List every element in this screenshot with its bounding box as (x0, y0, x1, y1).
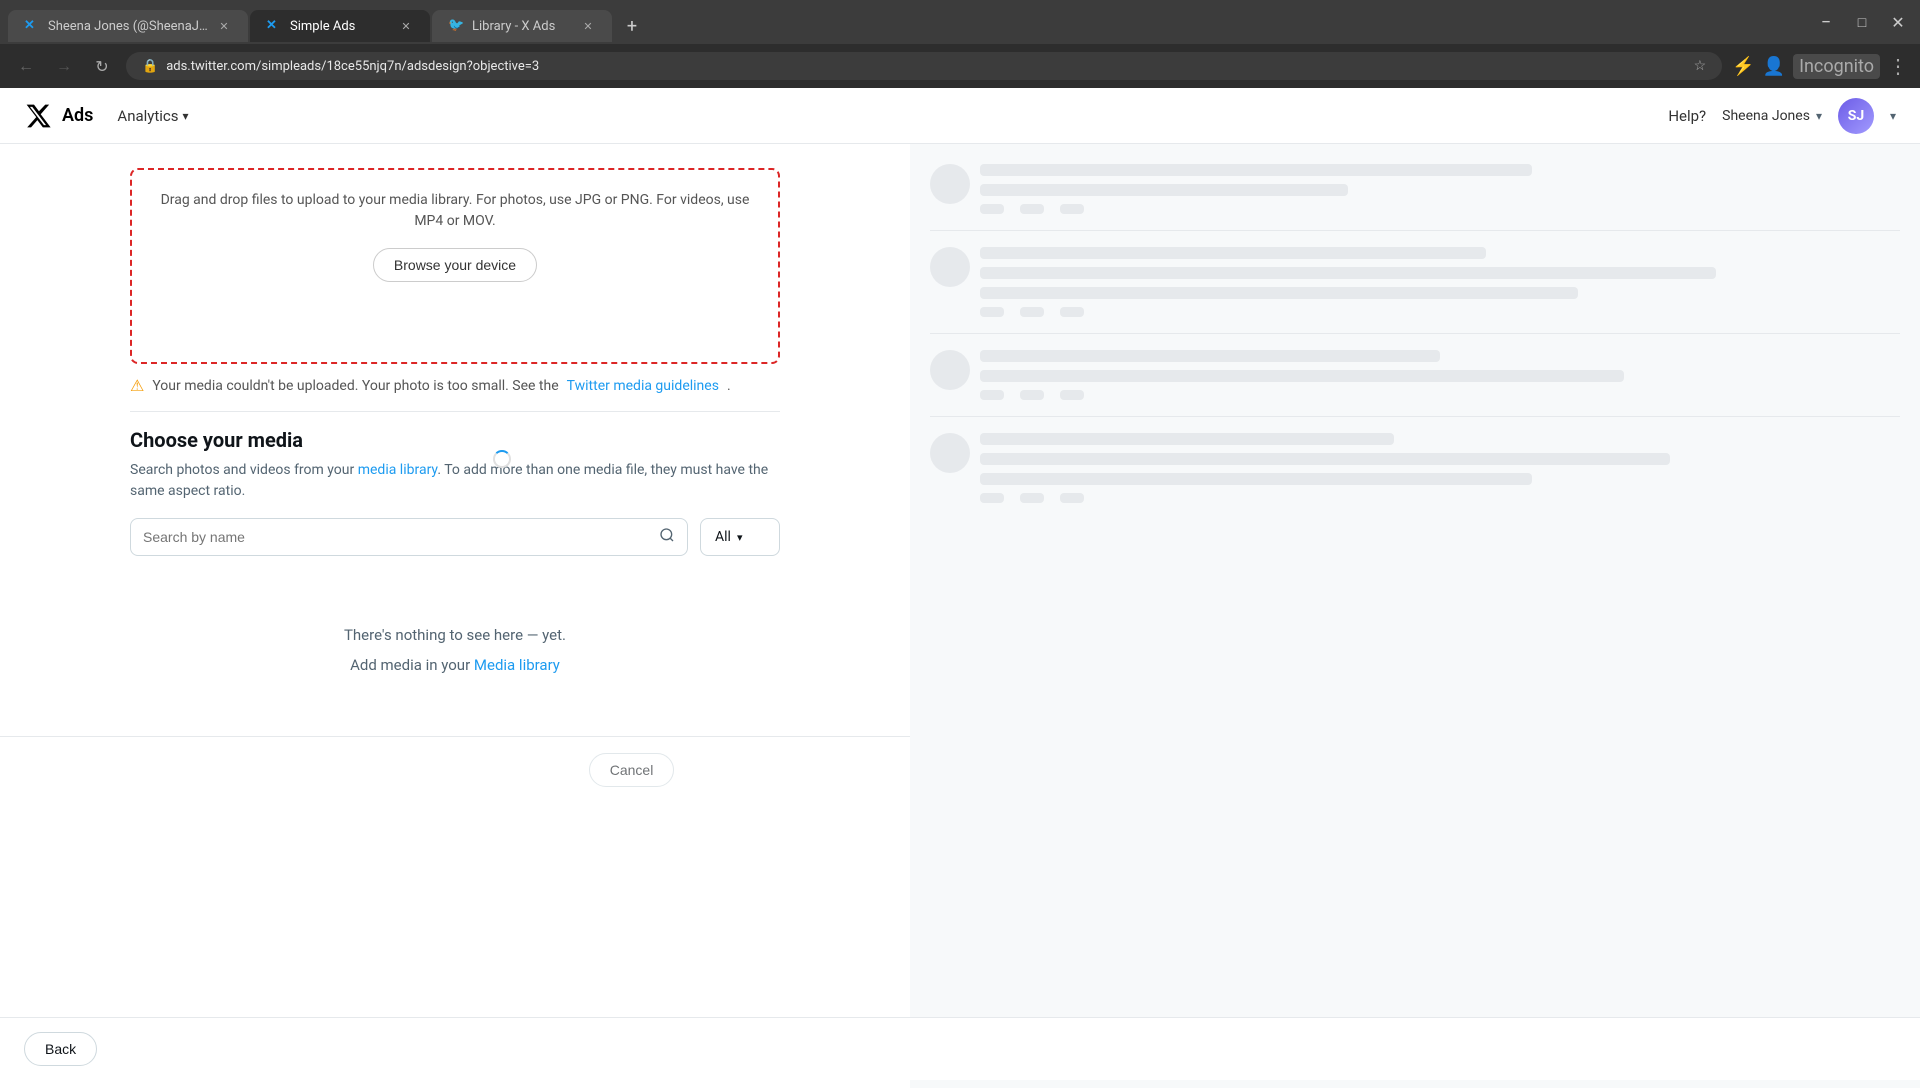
cancel-button[interactable]: Cancel (589, 753, 675, 787)
address-text: ads.twitter.com/simpleads/18ce55njq7n/ad… (166, 59, 539, 74)
window-controls: − □ ✕ (1812, 8, 1912, 44)
skeleton-row-2 (930, 247, 1900, 317)
upload-section: Drag and drop files to upload to your me… (130, 168, 780, 364)
section-divider (130, 411, 780, 412)
address-bar-icons: ☆ (1694, 58, 1707, 74)
bookmark-icon[interactable]: ☆ (1694, 58, 1707, 74)
logo-area: Ads (24, 102, 93, 130)
content-area: Drag and drop files to upload to your me… (0, 144, 910, 1088)
analytics-button[interactable]: Analytics ▾ (117, 107, 188, 125)
tab-3-close[interactable]: ✕ (580, 18, 596, 34)
forward-nav-button[interactable]: → (50, 52, 78, 80)
filter-label: All (715, 529, 731, 545)
tab-1[interactable]: ✕ Sheena Jones (@SheenaJone45... ✕ (8, 10, 248, 42)
address-bar-row: ← → ↻ 🔒 ads.twitter.com/simpleads/18ce55… (0, 44, 1920, 88)
error-text-prefix: Your media couldn't be uploaded. Your ph… (152, 378, 558, 394)
preview-divider-2 (930, 333, 1900, 334)
skeleton-row-4 (930, 433, 1900, 503)
preview-divider-1 (930, 230, 1900, 231)
empty-state-line2: Add media in your Media library (130, 650, 780, 680)
preview-divider-3 (930, 416, 1900, 417)
account-chevron-icon[interactable]: ▾ (1890, 109, 1896, 123)
filter-chevron-icon: ▾ (737, 531, 743, 544)
ads-label: Ads (62, 105, 93, 126)
minimize-button[interactable]: − (1812, 8, 1840, 36)
tab-3[interactable]: 🐦 Library - X Ads ✕ (432, 10, 612, 42)
action-buttons-row: Cancel Confirm (0, 745, 910, 795)
profile-icon[interactable]: 👤 (1763, 56, 1785, 77)
user-name: Sheena Jones (1722, 108, 1810, 124)
search-input[interactable] (143, 529, 651, 545)
empty-state: There's nothing to see here — yet. Add m… (130, 580, 780, 720)
tab-2[interactable]: ✕ Simple Ads ✕ (250, 10, 430, 42)
reload-button[interactable]: ↻ (88, 52, 116, 80)
error-message: ⚠ Your media couldn't be uploaded. Your … (130, 376, 780, 395)
analytics-chevron-icon: ▾ (183, 109, 189, 123)
browser-right-icons: ⚡ 👤 Incognito ⋮ (1732, 54, 1908, 79)
filter-dropdown[interactable]: All ▾ (700, 518, 780, 556)
section-description: Search photos and videos from your media… (130, 460, 780, 502)
tab-2-favicon: ✕ (266, 18, 282, 34)
help-button[interactable]: Help? (1668, 107, 1706, 125)
tab-1-title: Sheena Jones (@SheenaJone45... (48, 19, 208, 34)
search-box (130, 518, 688, 556)
browse-device-button[interactable]: Browse your device (373, 248, 537, 282)
twitter-guidelines-link[interactable]: Twitter media guidelines (567, 378, 719, 394)
footer-bar: Back (0, 1017, 1920, 1080)
user-area[interactable]: Sheena Jones ▾ (1722, 108, 1822, 124)
empty-state-line1: There's nothing to see here — yet. (130, 620, 780, 650)
skeleton-row-1 (930, 164, 1900, 214)
extensions-icon[interactable]: ⚡ (1732, 56, 1754, 77)
header-right: Help? Sheena Jones ▾ SJ ▾ (1668, 98, 1896, 134)
skeleton-row-3 (930, 350, 1900, 400)
media-library-link[interactable]: media library (358, 462, 438, 478)
error-text-suffix: . (727, 378, 731, 394)
analytics-label: Analytics (117, 107, 178, 125)
x-logo-icon (24, 102, 52, 130)
section-title: Choose your media (130, 428, 780, 452)
incognito-label: Incognito (1793, 54, 1880, 79)
tab-3-title: Library - X Ads (472, 19, 572, 34)
media-library-empty-link[interactable]: Media library (474, 656, 560, 674)
choose-media-section: Choose your media Search photos and vide… (0, 428, 910, 720)
main-layout: Drag and drop files to upload to your me… (0, 144, 1920, 1088)
desc-prefix: Search photos and videos from your (130, 462, 358, 478)
tab-3-favicon: 🐦 (448, 18, 464, 34)
back-button[interactable]: Back (24, 1032, 97, 1066)
maximize-button[interactable]: □ (1848, 8, 1876, 36)
address-bar[interactable]: 🔒 ads.twitter.com/simpleads/18ce55njq7n/… (126, 52, 1722, 80)
back-nav-button[interactable]: ← (12, 52, 40, 80)
avatar-initials: SJ (1848, 108, 1864, 124)
empty-state-prefix: Add media in your (350, 656, 474, 674)
tab-1-close[interactable]: ✕ (216, 18, 232, 34)
browser-chrome: ✕ Sheena Jones (@SheenaJone45... ✕ ✕ Sim… (0, 0, 1920, 88)
search-icon (659, 527, 675, 547)
tab-2-close[interactable]: ✕ (398, 18, 414, 34)
menu-icon[interactable]: ⋮ (1888, 54, 1908, 78)
warning-icon: ⚠ (130, 376, 144, 395)
tab-bar: ✕ Sheena Jones (@SheenaJone45... ✕ ✕ Sim… (0, 0, 1920, 44)
tab-1-favicon: ✕ (24, 18, 40, 34)
avatar[interactable]: SJ (1838, 98, 1874, 134)
user-chevron-icon: ▾ (1816, 109, 1822, 123)
tab-2-title: Simple Ads (290, 19, 390, 34)
upload-description: Drag and drop files to upload to your me… (152, 190, 758, 232)
preview-area (910, 144, 1920, 1088)
app-header: Ads Analytics ▾ Help? Sheena Jones ▾ SJ … (0, 88, 1920, 144)
close-button[interactable]: ✕ (1884, 8, 1912, 36)
new-tab-button[interactable]: + (618, 12, 646, 40)
search-filter-row: All ▾ (130, 518, 780, 556)
